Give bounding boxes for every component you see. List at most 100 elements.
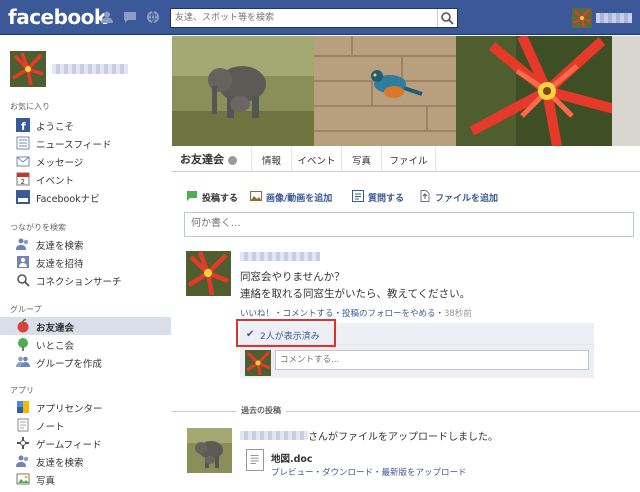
sidebar-item-label: ノート xyxy=(36,422,65,433)
sidebar-item-label: 友達を検索 xyxy=(36,458,84,469)
favorites-title: お気に入り xyxy=(10,102,50,111)
comment-input[interactable] xyxy=(276,351,576,369)
tab-photos[interactable]: 写真 xyxy=(342,146,382,171)
sidebar-item-messages[interactable]: メッセージ xyxy=(0,152,171,170)
facebook-logo[interactable]: facebook xyxy=(8,5,107,29)
sidebar-item-create-group[interactable]: グループを作成 xyxy=(0,353,171,371)
commenter-avatar xyxy=(245,350,271,376)
search-icon xyxy=(441,12,454,25)
profile-name-blurred[interactable] xyxy=(52,64,128,74)
profile-avatar[interactable] xyxy=(10,51,46,87)
document-icon[interactable] xyxy=(246,449,264,471)
app-center-icon xyxy=(16,400,30,414)
note-icon xyxy=(16,418,30,432)
sidebar-item-events[interactable]: 2 イベント xyxy=(0,170,171,188)
tab-files[interactable]: ファイル xyxy=(382,146,436,171)
file-actions[interactable]: プレビュー・ダウンロード・最新版をアップロード xyxy=(271,466,467,478)
invite-icon xyxy=(16,255,30,269)
composer-input[interactable] xyxy=(185,213,625,234)
sidebar-item-connection-search[interactable]: コネクションサーチ xyxy=(0,271,171,289)
sidebar-item-label: ようこそ xyxy=(36,122,75,133)
sidebar-item-app-center[interactable]: アプリセンター xyxy=(0,398,171,416)
calendar-icon: 2 xyxy=(16,172,30,186)
sidebar-item-label: コネクションサーチ xyxy=(36,277,122,288)
game-icon xyxy=(16,436,30,450)
speech-bubble-icon xyxy=(186,190,198,202)
post-message-line: 同窓会やりませんか？ xyxy=(240,271,345,283)
sidebar-item-label: いとこ会 xyxy=(36,341,75,352)
tree-icon xyxy=(16,337,30,351)
post-timestamp[interactable]: 38秒前 xyxy=(444,309,472,319)
sidebar-item-label: お友達会 xyxy=(36,323,75,334)
sidebar-item-label: ニュースフィード xyxy=(36,140,112,151)
photo-icon xyxy=(16,472,30,486)
sidebar-item-label: 友達を招待 xyxy=(36,259,84,270)
connect-title: つながりを検索 xyxy=(10,223,66,232)
search-box[interactable] xyxy=(170,8,458,28)
lock-icon xyxy=(228,155,237,165)
past-post-author-blurred[interactable] xyxy=(240,431,308,440)
apple-icon xyxy=(16,318,30,333)
search-icon xyxy=(16,273,30,287)
past-post-avatar[interactable] xyxy=(187,428,232,473)
search-button[interactable] xyxy=(437,9,457,27)
post-author-avatar[interactable] xyxy=(186,251,231,296)
create-group-icon xyxy=(16,355,30,369)
svg-text:2: 2 xyxy=(21,178,25,186)
tab-info[interactable]: 情報 xyxy=(252,146,292,171)
search-input[interactable] xyxy=(171,9,433,27)
sidebar-item-label: グループを作成 xyxy=(36,359,102,370)
sidebar-item-find-friends[interactable]: 友達を検索 xyxy=(0,235,171,253)
message-icon xyxy=(16,154,30,168)
sidebar-item-label: 写真 xyxy=(36,476,56,487)
sidebar-item-news-feed[interactable]: ニュースフィード xyxy=(0,134,171,152)
flower-photo xyxy=(456,36,640,146)
sidebar-item-notes[interactable]: ノート xyxy=(0,416,171,434)
sidebar-item-welcome[interactable]: f ようこそ xyxy=(0,116,171,134)
post-message-line: 連絡を取れる同窓生がいたら、教えてください。 xyxy=(240,288,471,300)
group-name: お友達会 xyxy=(180,153,224,166)
sidebar-item-label: Facebookナビ xyxy=(36,194,100,205)
user-avatar[interactable] xyxy=(572,8,592,28)
tab-events[interactable]: イベント xyxy=(292,146,342,171)
messages-icon[interactable] xyxy=(123,10,137,24)
question-icon xyxy=(352,190,364,202)
sidebar-item-navi[interactable]: Facebookナビ xyxy=(0,188,171,206)
sidebar-item-label: メッセージ xyxy=(36,158,84,169)
sidebar-item-invite[interactable]: 友達を招待 xyxy=(0,253,171,271)
composer-box[interactable] xyxy=(184,212,634,237)
find-friends-icon xyxy=(16,454,30,468)
svg-text:f: f xyxy=(21,120,26,132)
post-message: 同窓会やりませんか？ 連絡を取れる同窓生がいたら、教えてください。 xyxy=(240,269,470,303)
post-actions: いいね！・コメントする・投稿のフォローをやめる・38秒前 xyxy=(240,307,472,319)
notifications-icon[interactable] xyxy=(146,10,160,24)
tab-group-home[interactable]: お友達会 xyxy=(172,146,252,171)
file-name[interactable]: 地図.doc xyxy=(271,451,313,465)
past-posts-label: 過去の投稿 xyxy=(236,405,286,416)
photo-icon xyxy=(250,190,262,202)
file-icon xyxy=(419,190,431,202)
sidebar-item-photos[interactable]: 写真 xyxy=(0,470,171,488)
group-tabs: お友達会 情報 イベント 写真 ファイル xyxy=(172,146,640,172)
friend-requests-icon[interactable] xyxy=(100,10,114,24)
sidebar-item-label: アプリセンター xyxy=(36,404,103,415)
sidebar-item-group-otomodachi[interactable]: お友達会 xyxy=(0,317,171,335)
bird-photo xyxy=(314,36,456,146)
sidebar-item-find-friends-app[interactable]: 友達を検索 xyxy=(0,452,171,470)
seen-by-highlight xyxy=(236,319,336,347)
apps-title: アプリ xyxy=(10,386,34,395)
find-friends-icon xyxy=(16,237,30,251)
comment-box[interactable] xyxy=(275,350,589,370)
facebook-icon: f xyxy=(16,118,30,133)
sidebar-item-label: ゲームフィード xyxy=(36,440,102,451)
sidebar-item-game-feed[interactable]: ゲームフィード xyxy=(0,434,171,452)
elephant-photo xyxy=(172,36,314,146)
past-post-text: さんがファイルをアップロードしました。 xyxy=(308,432,498,443)
post-author-name-blurred[interactable] xyxy=(240,252,320,261)
post-action-links[interactable]: いいね！・コメントする・投稿のフォローをやめる・ xyxy=(240,309,444,319)
group-cover-photo xyxy=(172,36,640,146)
user-name-blurred[interactable] xyxy=(596,13,632,23)
sidebar-item-label: イベント xyxy=(36,176,75,187)
sidebar-item-group-itoko[interactable]: いとこ会 xyxy=(0,335,171,353)
sidebar-item-label: 友達を検索 xyxy=(36,241,84,252)
